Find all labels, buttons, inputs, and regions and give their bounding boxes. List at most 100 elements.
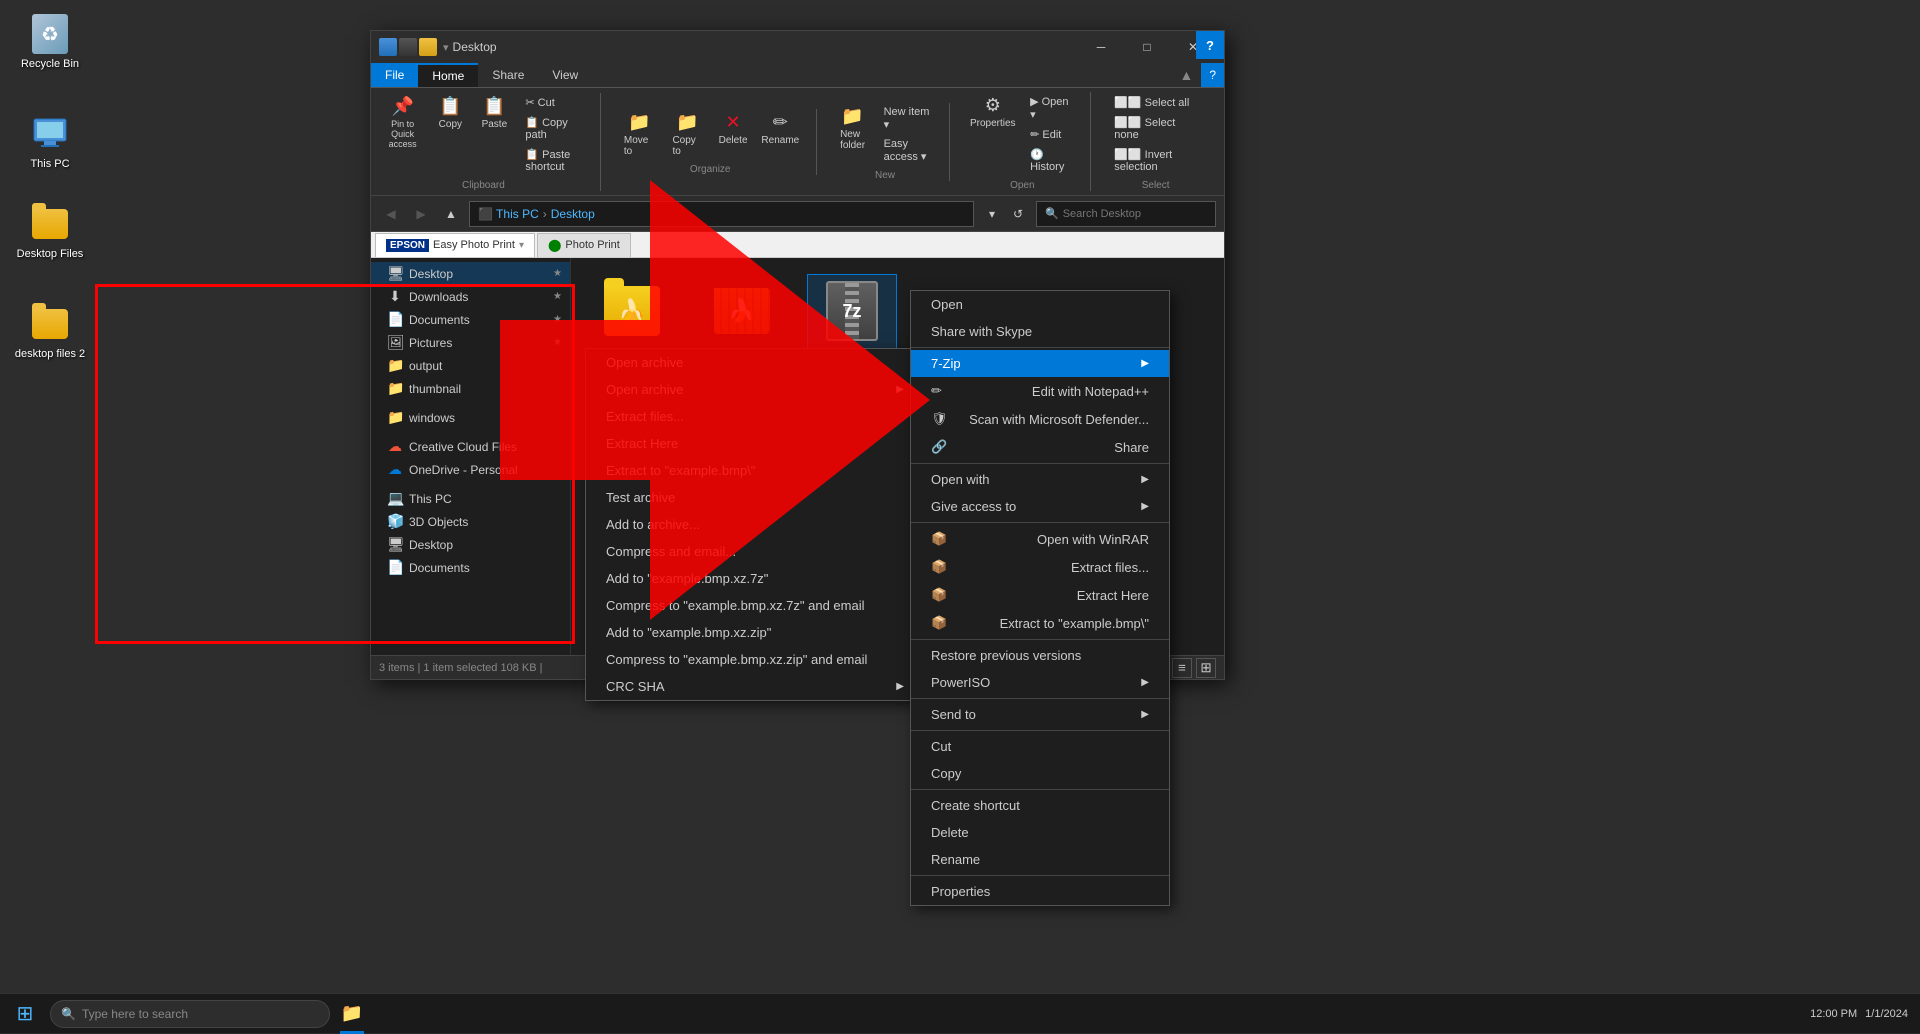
epson-tab[interactable]: EPSON Easy Photo Print ▾ [375, 233, 535, 257]
back-button[interactable]: ◀ [379, 202, 403, 226]
taskbar-search-box[interactable]: 🔍 Type here to search [50, 1000, 330, 1028]
ctx-main-extract-here[interactable]: 📦 Extract Here [911, 581, 1169, 609]
rename-button[interactable]: ✏ Rename [757, 109, 804, 149]
help-button[interactable]: ? [1196, 31, 1224, 59]
photo-print-tab[interactable]: ⬤ Photo Print [537, 233, 631, 257]
ctx-add-to-archive[interactable]: Add to archive... [586, 511, 924, 538]
sidebar-item-documents-pc[interactable]: 📄 Documents [371, 556, 570, 579]
new-item-button[interactable]: New item ▾ [877, 103, 938, 134]
ctx-compress-email[interactable]: Compress and email... [586, 538, 924, 565]
sidebar-item-desktop[interactable]: 🖥 Desktop ★ [371, 262, 570, 285]
ctx-main-delete[interactable]: Delete [911, 819, 1169, 846]
ctx-main-defender[interactable]: 🛡 Scan with Microsoft Defender... [911, 405, 1169, 433]
ctx-crc-sha[interactable]: CRC SHA ▶ [586, 673, 924, 700]
ctx-main-give-access[interactable]: Give access to ▶ [911, 493, 1169, 520]
epson-dropdown[interactable]: ▾ [519, 240, 524, 251]
path-this-pc[interactable]: ⬛ This PC [478, 207, 539, 221]
ctx-open-archive-1[interactable]: Open archive [586, 349, 924, 376]
history-button[interactable]: 🕐 History [1023, 145, 1078, 176]
ctx-main-create-shortcut[interactable]: Create shortcut [911, 792, 1169, 819]
ctx-open-archive-2[interactable]: Open archive ▶ [586, 376, 924, 403]
dropdown-button[interactable]: ▾ [980, 202, 1004, 226]
copy-button[interactable]: 📋 Copy [430, 93, 470, 133]
path-desktop[interactable]: Desktop [551, 207, 595, 221]
sidebar-item-onedrive[interactable]: ☁ OneDrive - Personal [371, 458, 570, 481]
paste-shortcut-button[interactable]: 📋 Paste shortcut [518, 145, 588, 176]
address-path-bar[interactable]: ⬛ This PC › Desktop [469, 201, 974, 227]
large-icons-view-button[interactable]: ⊞ [1196, 658, 1216, 678]
ctx-add-bmp-xz-zip[interactable]: Add to "example.bmp.xz.zip" [586, 619, 924, 646]
refresh-button[interactable]: ↺ [1006, 202, 1030, 226]
cut-button[interactable]: ✂ Cut [518, 93, 588, 112]
ctx-main-open-winrar[interactable]: 📦 Open with WinRAR [911, 525, 1169, 553]
move-to-button[interactable]: 📁 Move to [617, 109, 662, 160]
ctx-main-extract-files[interactable]: 📦 Extract files... [911, 553, 1169, 581]
ctx-separator-7 [911, 789, 1169, 790]
new-folder-button[interactable]: 📁 Newfolder [833, 103, 873, 154]
select-none-button[interactable]: ⬜⬜ Select none [1107, 113, 1204, 144]
recycle-bin-icon[interactable]: Recycle Bin [10, 10, 90, 74]
ctx-main-poweriso[interactable]: PowerISO ▶ [911, 669, 1169, 696]
ctx-test-archive[interactable]: Test archive [586, 484, 924, 511]
invert-selection-button[interactable]: ⬜⬜ Invert selection [1107, 145, 1204, 176]
ctx-extract-to[interactable]: Extract to "example.bmp\" [586, 457, 924, 484]
sidebar-item-output[interactable]: 📁 output [371, 354, 570, 377]
maximize-button[interactable]: □ [1124, 31, 1170, 63]
ctx-main-7zip[interactable]: 7-Zip ▶ [911, 350, 1169, 377]
tab-share[interactable]: Share [478, 63, 538, 87]
copy-path-button[interactable]: 📋 Copy path [518, 113, 588, 144]
forward-button[interactable]: ▶ [409, 202, 433, 226]
desktop-files-2-icon[interactable]: desktop files 2 [10, 300, 90, 364]
pin-to-quick-access-button[interactable]: 📌 Pin to Quickaccess [379, 93, 426, 152]
tab-file[interactable]: File [371, 63, 418, 87]
ctx-main-open-with[interactable]: Open with ▶ [911, 466, 1169, 493]
delete-button[interactable]: ✕ Delete [713, 109, 753, 149]
properties-button[interactable]: ⚙ Properties [966, 92, 1019, 132]
sidebar-item-3d-objects[interactable]: 🧊 3D Objects [371, 510, 570, 533]
sidebar-item-thumbnail[interactable]: 📁 thumbnail [371, 377, 570, 400]
sidebar-item-windows[interactable]: 📁 windows [371, 406, 570, 429]
select-all-button[interactable]: ⬜⬜ Select all [1107, 93, 1204, 112]
ribbon-collapse-button[interactable]: ▲ [1171, 63, 1201, 87]
search-input[interactable] [1063, 208, 1207, 220]
ctx-main-restore-versions[interactable]: Restore previous versions [911, 642, 1169, 669]
edit-button[interactable]: ✏ Edit [1023, 125, 1078, 144]
ctx-main-properties[interactable]: Properties [911, 878, 1169, 905]
copy-to-button[interactable]: 📁 Copy to [665, 109, 709, 160]
sidebar-item-creative-cloud[interactable]: ☁ Creative Cloud Files [371, 435, 570, 458]
open-button[interactable]: ▶ Open ▾ [1023, 92, 1078, 124]
ctx-main-copy[interactable]: Copy [911, 760, 1169, 787]
ctx-main-notepad-plus[interactable]: ✏ Edit with Notepad++ [911, 377, 1169, 405]
ctx-extract-files[interactable]: Extract files... [586, 403, 924, 430]
ribbon-group-new: 📁 Newfolder New item ▾ Easy access ▾ New [833, 103, 951, 181]
start-button[interactable]: ⊞ [0, 994, 50, 1034]
taskbar-explorer-button[interactable]: 📁 [330, 994, 374, 1034]
minimize-button[interactable]: ─ [1078, 31, 1124, 63]
ctx-main-share[interactable]: 🔗 Share [911, 433, 1169, 461]
sidebar-item-this-pc[interactable]: 💻 This PC [371, 487, 570, 510]
tab-view[interactable]: View [538, 63, 592, 87]
up-button[interactable]: ▲ [439, 202, 463, 226]
ctx-compress-xz-7z-email[interactable]: Compress to "example.bmp.xz.7z" and emai… [586, 592, 924, 619]
paste-button[interactable]: 📋 Paste [474, 93, 514, 133]
sidebar-item-desktop-pc[interactable]: 🖥 Desktop [371, 533, 570, 556]
ctx-main-extract-to[interactable]: 📦 Extract to "example.bmp\" [911, 609, 1169, 637]
this-pc-icon[interactable]: This PC [10, 110, 90, 174]
sidebar-item-pictures[interactable]: 🖼 Pictures ★ [371, 331, 570, 354]
tab-home[interactable]: Home [418, 63, 478, 87]
details-view-button[interactable]: ≡ [1172, 658, 1192, 678]
ctx-add-bmp-xz-7z[interactable]: Add to "example.bmp.xz.7z" [586, 565, 924, 592]
sidebar-item-documents[interactable]: 📄 Documents ★ [371, 308, 570, 331]
help-ribbon-button[interactable]: ? [1201, 63, 1224, 87]
ctx-main-share-skype[interactable]: Share with Skype [911, 318, 1169, 345]
ctx-main-rename[interactable]: Rename [911, 846, 1169, 873]
ctx-main-cut[interactable]: Cut [911, 733, 1169, 760]
easy-access-button[interactable]: Easy access ▾ [877, 135, 938, 166]
ctx-main-send-to[interactable]: Send to ▶ [911, 701, 1169, 728]
ctx-compress-xz-zip-email[interactable]: Compress to "example.bmp.xz.zip" and ema… [586, 646, 924, 673]
search-box[interactable]: 🔍 [1036, 201, 1216, 227]
sidebar-item-downloads[interactable]: ⬇ Downloads ★ [371, 285, 570, 308]
ctx-extract-here[interactable]: Extract Here [586, 430, 924, 457]
desktop-files-icon[interactable]: Desktop Files [10, 200, 90, 264]
ctx-main-open[interactable]: Open [911, 291, 1169, 318]
